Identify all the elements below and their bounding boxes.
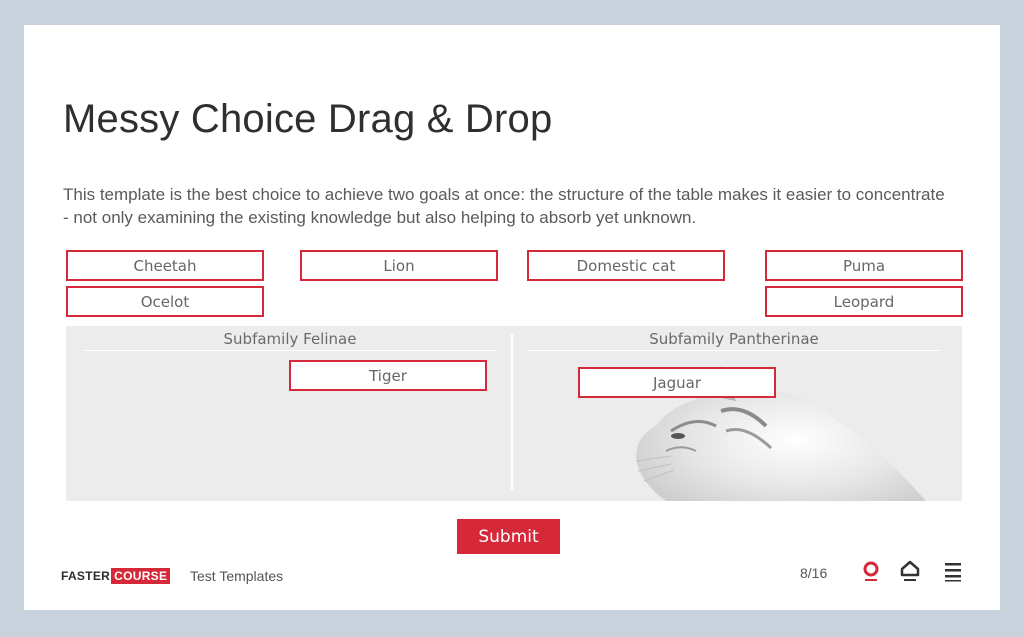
drag-item-jaguar[interactable]: Jaguar bbox=[578, 367, 776, 398]
home-icon[interactable] bbox=[897, 558, 923, 584]
page-indicator: 8/16 bbox=[800, 565, 828, 581]
column-header-pantherinae: Subfamily Pantherinae bbox=[649, 330, 819, 348]
slide-description: This template is the best choice to achi… bbox=[63, 185, 945, 227]
column-divider bbox=[511, 334, 513, 490]
hamburger-menu-icon[interactable] bbox=[940, 558, 966, 584]
faster-course-logo: FASTER COURSE bbox=[61, 568, 171, 584]
column-underline-pantherinae bbox=[527, 350, 941, 351]
logo-text-course: COURSE bbox=[111, 568, 171, 584]
drag-item-ocelot[interactable]: Ocelot bbox=[66, 286, 264, 317]
slide: Messy Choice Drag & Drop This template i… bbox=[24, 25, 1000, 610]
drag-item-cheetah[interactable]: Cheetah bbox=[66, 250, 264, 281]
lifebuoy-icon[interactable] bbox=[858, 558, 884, 584]
drag-item-leopard[interactable]: Leopard bbox=[765, 286, 963, 317]
course-title: Test Templates bbox=[190, 568, 284, 584]
drag-item-domestic-cat[interactable]: Domestic cat bbox=[527, 250, 725, 281]
drag-item-puma[interactable]: Puma bbox=[765, 250, 963, 281]
column-underline-felinae bbox=[83, 350, 497, 351]
column-header-felinae: Subfamily Felinae bbox=[223, 330, 357, 348]
logo-text-faster: FASTER bbox=[61, 569, 111, 583]
submit-button[interactable]: Submit bbox=[457, 519, 560, 554]
drag-item-tiger[interactable]: Tiger bbox=[289, 360, 487, 391]
slide-title: Messy Choice Drag & Drop bbox=[63, 97, 553, 141]
drop-table[interactable]: Subfamily Felinae Subfamily Pantherinae bbox=[66, 326, 962, 501]
drag-item-lion[interactable]: Lion bbox=[300, 250, 498, 281]
